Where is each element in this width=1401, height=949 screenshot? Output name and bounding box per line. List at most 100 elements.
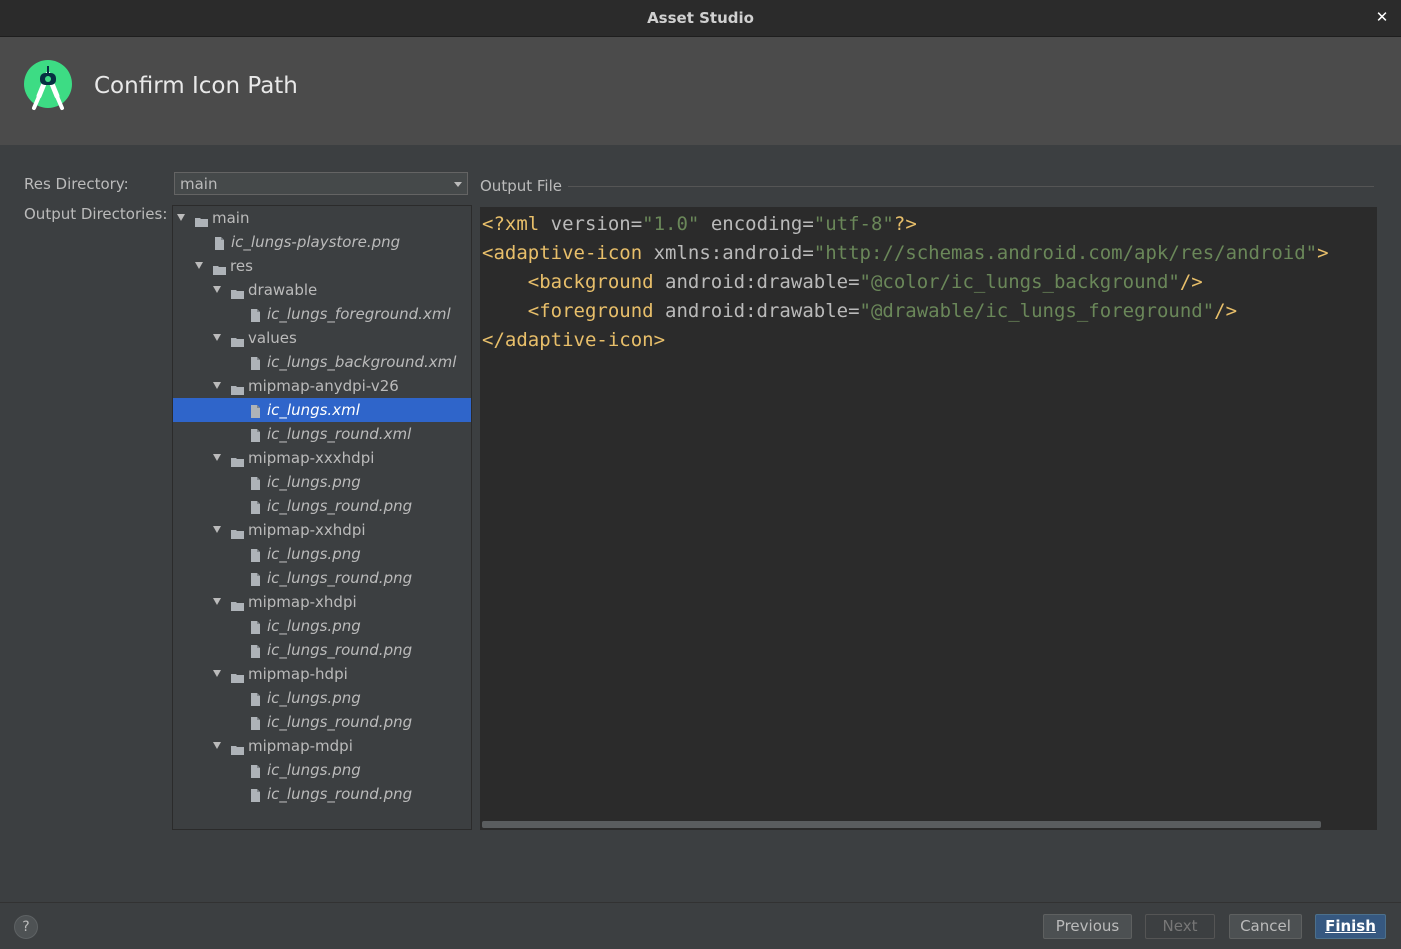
file-icon [251,715,260,730]
code-line: <foreground android:drawable="@drawable/… [482,297,1329,326]
tree-item-label: ic_lungs.xml [267,401,360,419]
tree-file-row[interactable]: ic_lungs.png [173,686,471,710]
file-icon [251,691,260,706]
chevron-down-icon [454,182,462,187]
tree-item-label: ic_lungs_round.png [267,497,413,515]
code-line: <background android:drawable="@color/ic_… [482,268,1329,297]
output-file-label: Output File [480,177,562,195]
tree-file-row[interactable]: ic_lungs_foreground.xml [173,302,471,326]
tree-item-label: mipmap-anydpi-v26 [248,377,399,395]
expand-triangle-icon[interactable] [213,526,221,533]
tree-folder-row[interactable]: mipmap-xxxhdpi [173,446,471,470]
folder-icon [231,380,244,395]
res-directory-select[interactable]: main [174,172,468,195]
tree-folder-row[interactable]: res [173,254,471,278]
wizard-header: Confirm Icon Path [0,37,1401,145]
tree-file-row[interactable]: ic_lungs_round.xml [173,422,471,446]
next-button[interactable]: Next [1145,914,1215,939]
tree-item-label: ic_lungs.png [267,617,361,635]
code-token: "@drawable/ic_lungs_foreground" [859,300,1215,322]
file-icon [251,787,260,802]
expand-triangle-icon[interactable] [213,598,221,605]
tree-item-label: ic_lungs_round.xml [267,425,412,443]
code-token: = [802,242,814,264]
code-token: "1.0" [642,213,700,235]
tree-file-row[interactable]: ic_lungs.xml [173,398,471,422]
expand-triangle-icon[interactable] [213,454,221,461]
code-token: ?> [893,213,917,235]
code-token: <background [527,271,666,293]
tree-file-row[interactable]: ic_lungs_background.xml [173,350,471,374]
code-token: encoding [710,213,803,235]
folder-icon [231,668,244,683]
output-directories-label: Output Directories: [24,205,168,223]
tree-folder-row[interactable]: mipmap-anydpi-v26 [173,374,471,398]
tree-file-row[interactable]: ic_lungs-playstore.png [173,230,471,254]
expand-triangle-icon[interactable] [177,214,185,221]
code-line: </adaptive-icon> [482,326,1329,355]
expand-triangle-icon[interactable] [213,286,221,293]
code-token: android:drawable [665,300,849,322]
tree-folder-row[interactable]: mipmap-xxhdpi [173,518,471,542]
tree-file-row[interactable]: ic_lungs_round.png [173,494,471,518]
file-icon [251,475,260,490]
file-icon [251,619,260,634]
tree-folder-row[interactable]: values [173,326,471,350]
tree-item-label: drawable [248,281,318,299]
output-directories-tree[interactable]: main ic_lungs-playstore.pngres drawable ic_… [172,205,472,830]
previous-button[interactable]: Previous [1043,914,1132,939]
tree-file-row[interactable]: ic_lungs.png [173,542,471,566]
code-token: <?xml [482,213,551,235]
tree-folder-row[interactable]: mipmap-xhdpi [173,590,471,614]
code-token: </adaptive-icon> [482,329,666,351]
output-file-separator [568,186,1374,187]
tree-item-label: ic_lungs_background.xml [267,353,457,371]
code-token: "@color/ic_lungs_background" [859,271,1180,293]
tree-item-label: main [212,209,250,227]
expand-triangle-icon[interactable] [213,742,221,749]
cancel-button[interactable]: Cancel [1229,914,1302,939]
finish-button[interactable]: Finish [1315,914,1386,939]
page-title: Confirm Icon Path [94,73,298,99]
tree-file-row[interactable]: ic_lungs_round.png [173,566,471,590]
tree-item-label: ic_lungs.png [267,473,361,491]
code-token: > [1317,242,1329,264]
tree-file-row[interactable]: ic_lungs_round.png [173,638,471,662]
tree-file-row[interactable]: ic_lungs.png [173,470,471,494]
window-title: Asset Studio [647,9,754,27]
code-token: /> [1214,300,1238,322]
expand-triangle-icon[interactable] [195,262,203,269]
folder-icon [231,524,244,539]
tree-file-row[interactable]: ic_lungs_round.png [173,782,471,806]
close-icon[interactable]: ✕ [1373,7,1391,27]
output-file-preview[interactable]: <?xml version="1.0" encoding="utf-8"?> <a… [480,207,1377,830]
tree-file-row[interactable]: ic_lungs.png [173,614,471,638]
tree-file-row[interactable]: ic_lungs_round.png [173,710,471,734]
folder-icon [231,284,244,299]
title-bar: Asset Studio ✕ [0,0,1401,37]
expand-triangle-icon[interactable] [213,382,221,389]
file-icon [251,763,260,778]
tree-item-label: ic_lungs_round.png [267,569,413,587]
tree-item-label: ic_lungs-playstore.png [231,233,401,251]
code-token: /> [1179,271,1203,293]
folder-icon [231,332,244,347]
tree-item-label: ic_lungs_foreground.xml [267,305,451,323]
horizontal-scrollbar[interactable] [482,821,1321,828]
tree-item-label: ic_lungs.png [267,761,361,779]
folder-icon [195,212,208,227]
tree-folder-row[interactable]: mipmap-hdpi [173,662,471,686]
tree-folder-row[interactable]: main [173,206,471,230]
expand-triangle-icon[interactable] [213,670,221,677]
tree-item-label: mipmap-xhdpi [248,593,357,611]
tree-folder-row[interactable]: mipmap-mdpi [173,734,471,758]
help-button[interactable]: ? [14,915,38,939]
tree-item-label: ic_lungs_round.png [267,713,413,731]
file-icon [251,643,260,658]
tree-item-label: ic_lungs_round.png [267,641,413,659]
tree-file-row[interactable]: ic_lungs.png [173,758,471,782]
tree-folder-row[interactable]: drawable [173,278,471,302]
expand-triangle-icon[interactable] [213,334,221,341]
